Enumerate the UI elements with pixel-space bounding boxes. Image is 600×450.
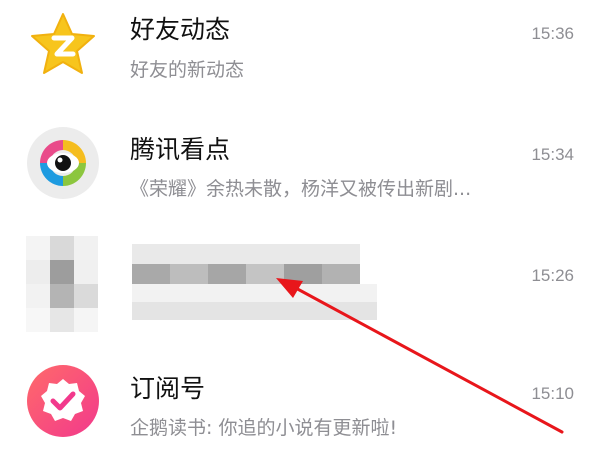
conversation-item-redacted[interactable]: 15:26 — [0, 224, 600, 336]
eye-kandian-icon — [26, 126, 100, 200]
conversation-item-tencent-kandian[interactable]: 腾讯看点 《荣耀》余热未散，杨洋又被传出新剧... 15:34 — [0, 112, 600, 224]
conversation-preview: 《荣耀》余热未散，杨洋又被传出新剧... — [130, 178, 472, 200]
conversation-title: 好友动态 — [130, 15, 231, 44]
star-qzone-icon — [26, 8, 100, 82]
conversation-time: 15:26 — [531, 266, 574, 285]
conversation-time: 15:34 — [531, 145, 574, 164]
badge-check-icon — [26, 364, 100, 438]
conversation-time: 15:36 — [531, 24, 574, 43]
pixelated-avatar — [26, 236, 100, 336]
conversation-preview: 企鹅读书: 你追的小说有更新啦! — [130, 417, 398, 439]
conversation-item-subscriptions[interactable]: 订阅号 企鹅读书: 你追的小说有更新啦! 15:10 — [0, 336, 600, 448]
conversation-item-friend-feed[interactable]: 好友动态 好友的新动态 15:36 — [0, 0, 600, 112]
conversation-preview: 好友的新动态 — [130, 59, 245, 81]
conversation-title: 腾讯看点 — [130, 135, 231, 164]
conversation-time: 15:10 — [531, 384, 574, 403]
conversation-title: 订阅号 — [130, 374, 206, 403]
